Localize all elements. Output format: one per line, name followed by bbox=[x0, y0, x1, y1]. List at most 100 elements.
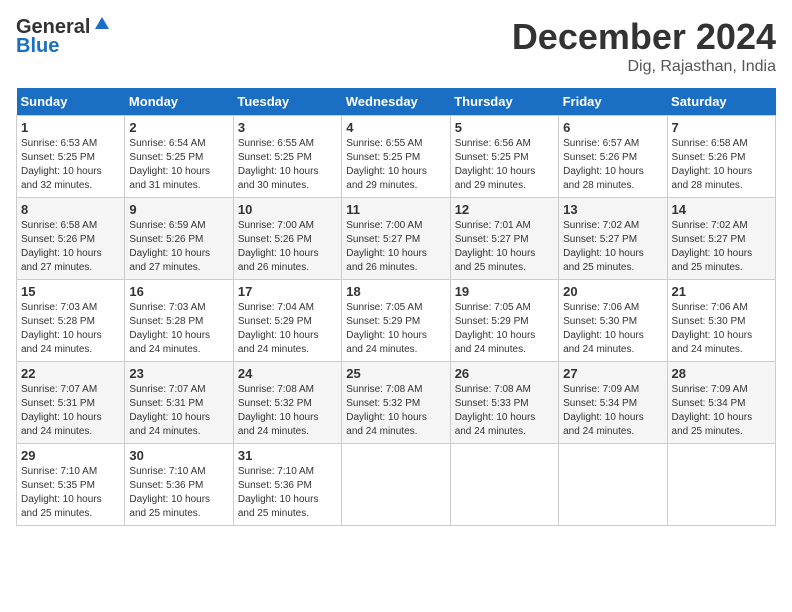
calendar-cell: 3 Sunrise: 6:55 AM Sunset: 5:25 PM Dayli… bbox=[233, 116, 341, 198]
calendar-cell: 31 Sunrise: 7:10 AM Sunset: 5:36 PM Dayl… bbox=[233, 444, 341, 526]
day-number: 2 bbox=[129, 120, 228, 135]
day-info: Sunrise: 7:07 AM Sunset: 5:31 PM Dayligh… bbox=[21, 383, 120, 439]
day-info: Sunrise: 7:05 AM Sunset: 5:29 PM Dayligh… bbox=[346, 301, 445, 357]
day-info: Sunrise: 7:02 AM Sunset: 5:27 PM Dayligh… bbox=[672, 219, 771, 275]
calendar-cell: 23 Sunrise: 7:07 AM Sunset: 5:31 PM Dayl… bbox=[125, 362, 233, 444]
calendar-cell: 1 Sunrise: 6:53 AM Sunset: 5:25 PM Dayli… bbox=[17, 116, 125, 198]
calendar-title: December 2024 bbox=[512, 16, 776, 58]
day-info: Sunrise: 7:06 AM Sunset: 5:30 PM Dayligh… bbox=[563, 301, 662, 357]
calendar-cell: 6 Sunrise: 6:57 AM Sunset: 5:26 PM Dayli… bbox=[559, 116, 667, 198]
day-info: Sunrise: 7:10 AM Sunset: 5:36 PM Dayligh… bbox=[129, 465, 228, 521]
calendar-cell: 20 Sunrise: 7:06 AM Sunset: 5:30 PM Dayl… bbox=[559, 280, 667, 362]
day-number: 11 bbox=[346, 202, 445, 217]
day-number: 16 bbox=[129, 284, 228, 299]
calendar-cell: 5 Sunrise: 6:56 AM Sunset: 5:25 PM Dayli… bbox=[450, 116, 558, 198]
calendar-cell: 14 Sunrise: 7:02 AM Sunset: 5:27 PM Dayl… bbox=[667, 198, 775, 280]
day-info: Sunrise: 7:10 AM Sunset: 5:36 PM Dayligh… bbox=[238, 465, 337, 521]
day-number: 20 bbox=[563, 284, 662, 299]
calendar-table: SundayMondayTuesdayWednesdayThursdayFrid… bbox=[16, 88, 776, 526]
day-info: Sunrise: 7:02 AM Sunset: 5:27 PM Dayligh… bbox=[563, 219, 662, 275]
day-info: Sunrise: 7:06 AM Sunset: 5:30 PM Dayligh… bbox=[672, 301, 771, 357]
calendar-cell: 8 Sunrise: 6:58 AM Sunset: 5:26 PM Dayli… bbox=[17, 198, 125, 280]
day-info: Sunrise: 6:55 AM Sunset: 5:25 PM Dayligh… bbox=[346, 137, 445, 193]
day-info: Sunrise: 7:03 AM Sunset: 5:28 PM Dayligh… bbox=[129, 301, 228, 357]
day-info: Sunrise: 6:58 AM Sunset: 5:26 PM Dayligh… bbox=[21, 219, 120, 275]
header-day-sunday: Sunday bbox=[17, 88, 125, 116]
calendar-cell: 4 Sunrise: 6:55 AM Sunset: 5:25 PM Dayli… bbox=[342, 116, 450, 198]
day-number: 15 bbox=[21, 284, 120, 299]
page-header: General Blue December 2024 Dig, Rajastha… bbox=[16, 16, 776, 76]
day-info: Sunrise: 7:05 AM Sunset: 5:29 PM Dayligh… bbox=[455, 301, 554, 357]
logo-blue-text: Blue bbox=[16, 35, 59, 58]
day-number: 7 bbox=[672, 120, 771, 135]
calendar-cell: 7 Sunrise: 6:58 AM Sunset: 5:26 PM Dayli… bbox=[667, 116, 775, 198]
day-number: 13 bbox=[563, 202, 662, 217]
day-number: 28 bbox=[672, 366, 771, 381]
calendar-cell: 13 Sunrise: 7:02 AM Sunset: 5:27 PM Dayl… bbox=[559, 198, 667, 280]
calendar-cell: 19 Sunrise: 7:05 AM Sunset: 5:29 PM Dayl… bbox=[450, 280, 558, 362]
day-info: Sunrise: 6:58 AM Sunset: 5:26 PM Dayligh… bbox=[672, 137, 771, 193]
calendar-cell: 27 Sunrise: 7:09 AM Sunset: 5:34 PM Dayl… bbox=[559, 362, 667, 444]
calendar-cell: 29 Sunrise: 7:10 AM Sunset: 5:35 PM Dayl… bbox=[17, 444, 125, 526]
header-day-saturday: Saturday bbox=[667, 88, 775, 116]
day-number: 5 bbox=[455, 120, 554, 135]
day-number: 23 bbox=[129, 366, 228, 381]
day-info: Sunrise: 6:53 AM Sunset: 5:25 PM Dayligh… bbox=[21, 137, 120, 193]
day-number: 4 bbox=[346, 120, 445, 135]
calendar-week-row: 15 Sunrise: 7:03 AM Sunset: 5:28 PM Dayl… bbox=[17, 280, 776, 362]
calendar-cell: 26 Sunrise: 7:08 AM Sunset: 5:33 PM Dayl… bbox=[450, 362, 558, 444]
day-number: 10 bbox=[238, 202, 337, 217]
day-number: 31 bbox=[238, 448, 337, 463]
calendar-cell: 12 Sunrise: 7:01 AM Sunset: 5:27 PM Dayl… bbox=[450, 198, 558, 280]
calendar-cell: 21 Sunrise: 7:06 AM Sunset: 5:30 PM Dayl… bbox=[667, 280, 775, 362]
calendar-cell bbox=[450, 444, 558, 526]
day-number: 6 bbox=[563, 120, 662, 135]
calendar-cell: 28 Sunrise: 7:09 AM Sunset: 5:34 PM Dayl… bbox=[667, 362, 775, 444]
header-day-thursday: Thursday bbox=[450, 88, 558, 116]
calendar-cell: 24 Sunrise: 7:08 AM Sunset: 5:32 PM Dayl… bbox=[233, 362, 341, 444]
calendar-cell: 22 Sunrise: 7:07 AM Sunset: 5:31 PM Dayl… bbox=[17, 362, 125, 444]
day-number: 3 bbox=[238, 120, 337, 135]
calendar-header-row: SundayMondayTuesdayWednesdayThursdayFrid… bbox=[17, 88, 776, 116]
day-info: Sunrise: 7:04 AM Sunset: 5:29 PM Dayligh… bbox=[238, 301, 337, 357]
day-info: Sunrise: 6:56 AM Sunset: 5:25 PM Dayligh… bbox=[455, 137, 554, 193]
logo: General Blue bbox=[16, 16, 110, 58]
logo-triangle-icon bbox=[94, 15, 110, 36]
calendar-cell: 10 Sunrise: 7:00 AM Sunset: 5:26 PM Dayl… bbox=[233, 198, 341, 280]
header-day-friday: Friday bbox=[559, 88, 667, 116]
day-number: 17 bbox=[238, 284, 337, 299]
day-info: Sunrise: 6:54 AM Sunset: 5:25 PM Dayligh… bbox=[129, 137, 228, 193]
day-number: 18 bbox=[346, 284, 445, 299]
calendar-cell: 9 Sunrise: 6:59 AM Sunset: 5:26 PM Dayli… bbox=[125, 198, 233, 280]
calendar-subtitle: Dig, Rajasthan, India bbox=[512, 58, 776, 76]
calendar-cell: 18 Sunrise: 7:05 AM Sunset: 5:29 PM Dayl… bbox=[342, 280, 450, 362]
title-section: December 2024 Dig, Rajasthan, India bbox=[512, 16, 776, 76]
day-number: 9 bbox=[129, 202, 228, 217]
day-number: 1 bbox=[21, 120, 120, 135]
day-number: 19 bbox=[455, 284, 554, 299]
calendar-week-row: 29 Sunrise: 7:10 AM Sunset: 5:35 PM Dayl… bbox=[17, 444, 776, 526]
day-info: Sunrise: 6:55 AM Sunset: 5:25 PM Dayligh… bbox=[238, 137, 337, 193]
day-number: 26 bbox=[455, 366, 554, 381]
day-number: 27 bbox=[563, 366, 662, 381]
day-number: 25 bbox=[346, 366, 445, 381]
day-info: Sunrise: 7:09 AM Sunset: 5:34 PM Dayligh… bbox=[672, 383, 771, 439]
day-info: Sunrise: 7:03 AM Sunset: 5:28 PM Dayligh… bbox=[21, 301, 120, 357]
calendar-week-row: 1 Sunrise: 6:53 AM Sunset: 5:25 PM Dayli… bbox=[17, 116, 776, 198]
calendar-week-row: 22 Sunrise: 7:07 AM Sunset: 5:31 PM Dayl… bbox=[17, 362, 776, 444]
header-day-tuesday: Tuesday bbox=[233, 88, 341, 116]
day-info: Sunrise: 6:57 AM Sunset: 5:26 PM Dayligh… bbox=[563, 137, 662, 193]
day-info: Sunrise: 7:00 AM Sunset: 5:26 PM Dayligh… bbox=[238, 219, 337, 275]
header-day-monday: Monday bbox=[125, 88, 233, 116]
day-number: 29 bbox=[21, 448, 120, 463]
day-number: 12 bbox=[455, 202, 554, 217]
day-number: 14 bbox=[672, 202, 771, 217]
day-info: Sunrise: 6:59 AM Sunset: 5:26 PM Dayligh… bbox=[129, 219, 228, 275]
calendar-cell: 2 Sunrise: 6:54 AM Sunset: 5:25 PM Dayli… bbox=[125, 116, 233, 198]
day-info: Sunrise: 7:01 AM Sunset: 5:27 PM Dayligh… bbox=[455, 219, 554, 275]
calendar-cell: 11 Sunrise: 7:00 AM Sunset: 5:27 PM Dayl… bbox=[342, 198, 450, 280]
calendar-cell: 15 Sunrise: 7:03 AM Sunset: 5:28 PM Dayl… bbox=[17, 280, 125, 362]
calendar-cell: 16 Sunrise: 7:03 AM Sunset: 5:28 PM Dayl… bbox=[125, 280, 233, 362]
day-info: Sunrise: 7:00 AM Sunset: 5:27 PM Dayligh… bbox=[346, 219, 445, 275]
day-number: 30 bbox=[129, 448, 228, 463]
